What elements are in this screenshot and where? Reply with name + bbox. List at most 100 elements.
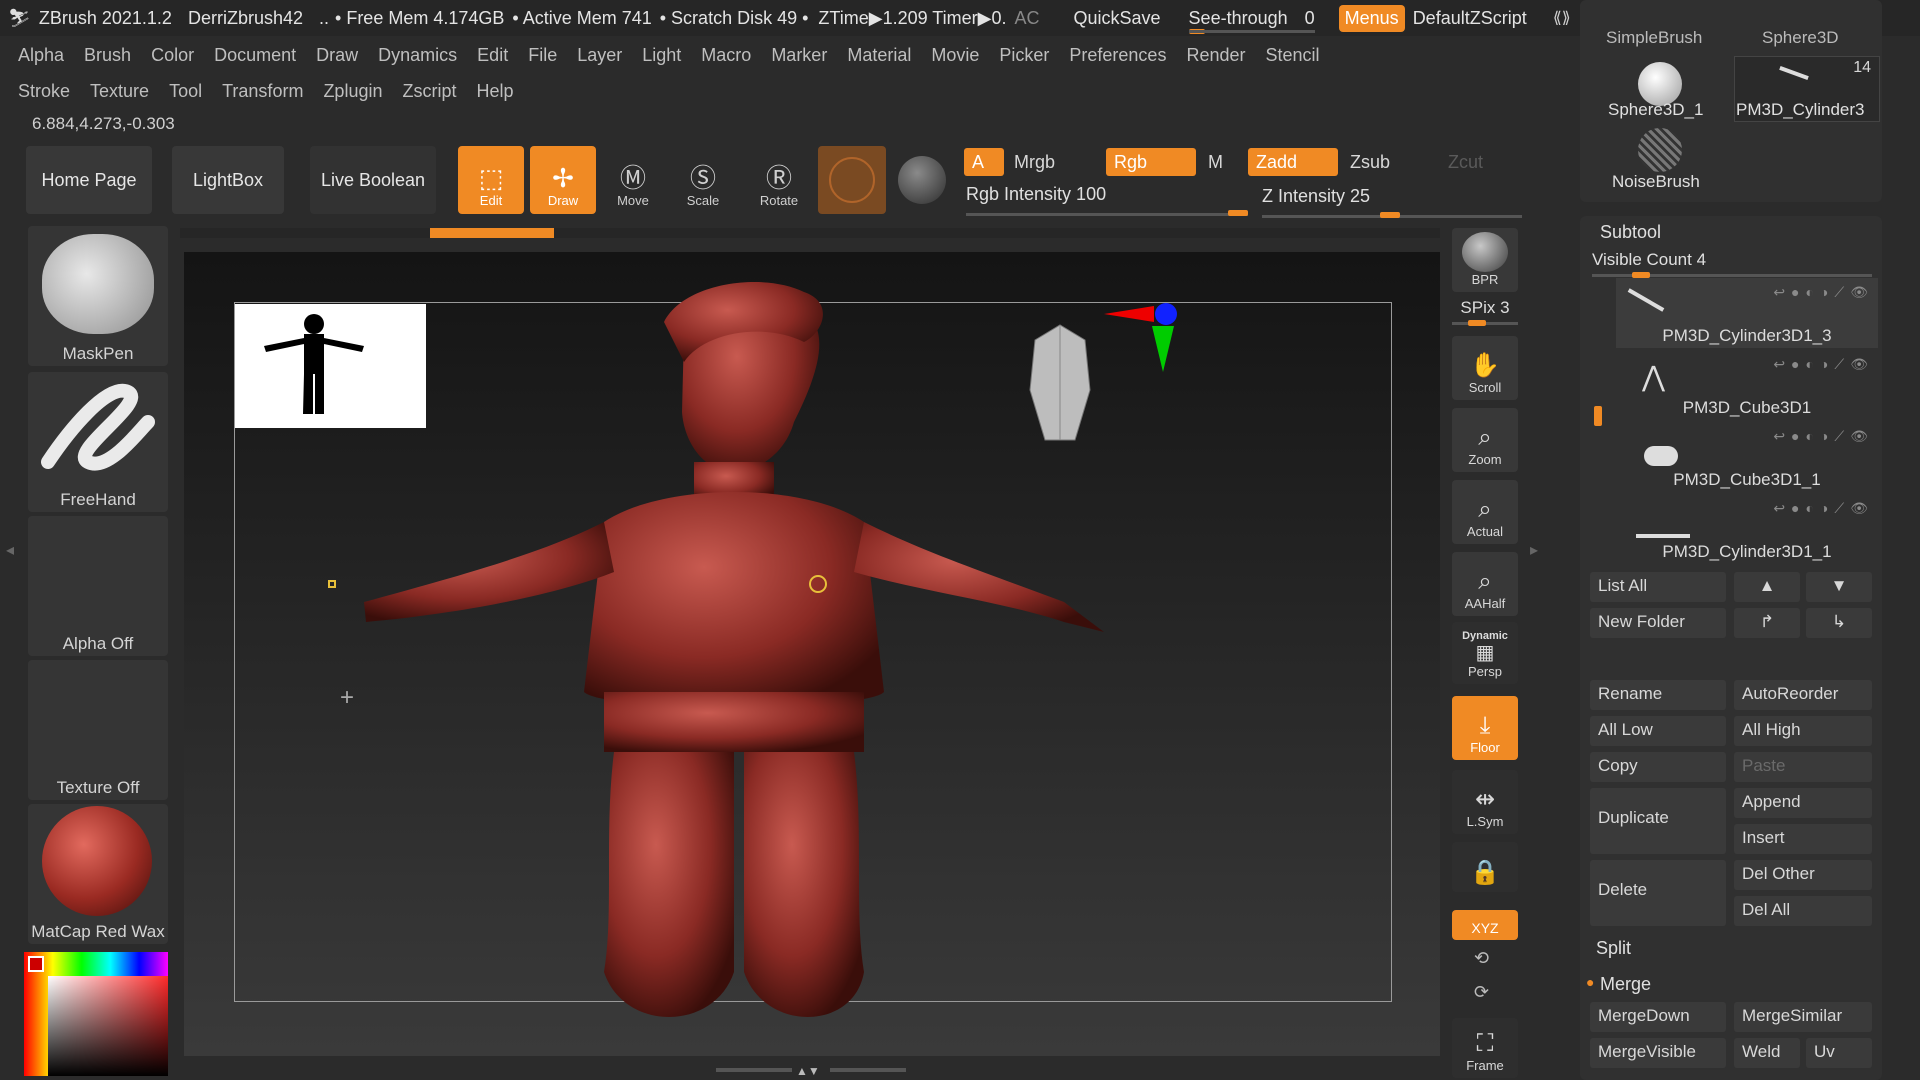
subtool-visibility-icons[interactable]: ↩●◐◑⟋👁 xyxy=(1773,500,1874,517)
seethrough-slider[interactable]: See-through 0 xyxy=(1188,8,1315,34)
duplicate-button[interactable]: Duplicate xyxy=(1590,788,1726,854)
right-collapse-icon[interactable]: ▸ xyxy=(1530,540,1538,560)
mergevisible-button[interactable]: MergeVisible xyxy=(1590,1038,1726,1068)
transpose-end-marker[interactable] xyxy=(809,575,827,593)
scroll-button[interactable]: ✋ Scroll xyxy=(1452,336,1518,400)
delete-button[interactable]: Delete xyxy=(1590,860,1726,926)
subtool-item[interactable]: ↩●◐◑⟋👁 PM3D_Cube3D1_1 xyxy=(1616,422,1878,492)
del-all-button[interactable]: Del All xyxy=(1734,896,1872,926)
menu-texture[interactable]: Texture xyxy=(90,81,149,102)
menu-brush[interactable]: Brush xyxy=(84,45,131,66)
menu-stencil[interactable]: Stencil xyxy=(1266,45,1320,66)
bpr-button[interactable]: BPR xyxy=(1452,228,1518,292)
frame-button[interactable]: ⛶ Frame xyxy=(1452,1018,1518,1078)
draw-mode-button[interactable]: ✢ Draw xyxy=(530,146,596,214)
rgb-intensity-slider[interactable]: Rgb Intensity 100 xyxy=(966,184,1248,216)
material-sphere-button[interactable] xyxy=(818,146,886,214)
menu-draw[interactable]: Draw xyxy=(316,45,358,66)
move-up-icon[interactable]: ▲ xyxy=(1734,572,1800,602)
lsym-button[interactable]: ⇹ L.Sym xyxy=(1452,770,1518,834)
m-toggle[interactable]: M xyxy=(1200,148,1230,176)
menu-render[interactable]: Render xyxy=(1186,45,1245,66)
scale-mode-button[interactable]: Ⓢ Scale xyxy=(670,146,736,214)
z-intensity-slider[interactable]: Z Intensity 25 xyxy=(1262,186,1522,218)
lightbox-button[interactable]: LightBox xyxy=(172,146,284,214)
mergesimilar-button[interactable]: MergeSimilar xyxy=(1734,1002,1872,1032)
aahalf-button[interactable]: ⌕ AAHalf xyxy=(1452,552,1518,616)
menu-stroke[interactable]: Stroke xyxy=(18,81,70,102)
zadd-toggle[interactable]: Zadd xyxy=(1248,148,1338,176)
move-into-folder-icon[interactable]: ↱ xyxy=(1734,608,1800,638)
rotate-z-icon[interactable]: ⟳ xyxy=(1474,982,1489,1003)
menu-dynamics[interactable]: Dynamics xyxy=(378,45,457,66)
merge-section[interactable]: Merge xyxy=(1600,974,1651,995)
z-intensity-knob[interactable] xyxy=(1380,212,1400,218)
alpha-thumbnail[interactable]: Alpha Off xyxy=(28,516,168,656)
noisebrush-icon[interactable] xyxy=(1638,128,1682,172)
move-down-icon[interactable]: ▼ xyxy=(1806,572,1872,602)
lock-camera-button[interactable]: 🔒 xyxy=(1452,842,1518,892)
zcut-toggle[interactable]: Zcut xyxy=(1440,148,1500,176)
subtool-item[interactable]: ↩●◐◑⟋👁 PM3D_Cylinder3D1_3 xyxy=(1616,278,1878,348)
orientation-head-icon[interactable] xyxy=(1020,320,1100,450)
subtool-item[interactable]: ↩●◐◑⟋👁 ⋀ PM3D_Cube3D1 xyxy=(1616,350,1878,420)
seethrough-knob[interactable] xyxy=(1188,28,1205,34)
menus-button[interactable]: Menus xyxy=(1338,4,1405,32)
zsub-toggle[interactable]: Zsub xyxy=(1342,148,1432,176)
edit-mode-button[interactable]: ⬚ Edit xyxy=(458,146,524,214)
xyz-rotate-button[interactable]: XYZ xyxy=(1452,910,1518,940)
home-page-button[interactable]: Home Page xyxy=(26,146,152,214)
spix-knob[interactable] xyxy=(1468,320,1486,326)
live-boolean-button[interactable]: Live Boolean xyxy=(310,146,436,214)
menu-color[interactable]: Color xyxy=(151,45,194,66)
color-gradient-square[interactable] xyxy=(48,976,168,1076)
noisebrush-tool[interactable]: NoiseBrush xyxy=(1612,172,1700,192)
zoom-button[interactable]: ⌕ Zoom xyxy=(1452,408,1518,472)
menu-edit[interactable]: Edit xyxy=(477,45,508,66)
paste-button[interactable]: Paste xyxy=(1734,752,1872,782)
menu-picker[interactable]: Picker xyxy=(999,45,1049,66)
canvas-scroll-handle[interactable]: ▲▼ xyxy=(716,1064,906,1078)
menu-movie[interactable]: Movie xyxy=(931,45,979,66)
persp-button[interactable]: Dynamic ▦ Persp xyxy=(1452,622,1518,684)
rotate-y-icon[interactable]: ⟲ xyxy=(1474,948,1489,969)
sculptris-pro-button[interactable] xyxy=(898,156,946,204)
insert-button[interactable]: Insert xyxy=(1734,824,1872,854)
menu-transform[interactable]: Transform xyxy=(222,81,303,102)
rotate-mode-button[interactable]: Ⓡ Rotate xyxy=(746,146,812,214)
floor-button[interactable]: ⤓ Floor xyxy=(1452,696,1518,760)
subtool-visibility-icons[interactable]: ↩●◐◑⟋👁 xyxy=(1773,356,1874,373)
uv-button[interactable]: Uv xyxy=(1806,1038,1872,1068)
brush-thumbnail[interactable]: MaskPen xyxy=(28,226,168,366)
weld-button[interactable]: Weld xyxy=(1734,1038,1800,1068)
append-button[interactable]: Append xyxy=(1734,788,1872,818)
list-all-button[interactable]: List All xyxy=(1590,572,1726,602)
menu-material[interactable]: Material xyxy=(847,45,911,66)
left-collapse-icon[interactable]: ◂ xyxy=(6,540,14,560)
move-mode-button[interactable]: Ⓜ Move xyxy=(600,146,666,214)
menu-light[interactable]: Light xyxy=(642,45,681,66)
spix-slider[interactable]: SPix 3 xyxy=(1452,298,1518,326)
main-color-swatch[interactable] xyxy=(28,956,44,972)
mrgb-toggle[interactable]: Mrgb xyxy=(1006,148,1106,176)
material-thumbnail[interactable]: MatCap Red Wax xyxy=(28,804,168,944)
new-folder-button[interactable]: New Folder xyxy=(1590,608,1726,638)
menu-zplugin[interactable]: Zplugin xyxy=(323,81,382,102)
split-section[interactable]: Split xyxy=(1596,938,1631,959)
subtool-scroll-handle[interactable] xyxy=(1594,406,1602,426)
rgb-toggle[interactable]: Rgb xyxy=(1106,148,1196,176)
sphere3d-tool[interactable]: Sphere3D xyxy=(1762,28,1839,48)
menu-tool[interactable]: Tool xyxy=(169,81,202,102)
a-toggle[interactable]: A xyxy=(964,148,1004,176)
simplebrush-tool[interactable]: SimpleBrush xyxy=(1606,28,1702,48)
default-zscript-button[interactable]: DefaultZScript xyxy=(1413,8,1527,29)
menu-macro[interactable]: Macro xyxy=(701,45,751,66)
texture-thumbnail[interactable]: Texture Off xyxy=(28,660,168,800)
sphere3d-1-tool[interactable]: Sphere3D_1 xyxy=(1608,100,1703,120)
subtool-title[interactable]: Subtool xyxy=(1600,222,1661,243)
visible-count-slider[interactable]: Visible Count 4 xyxy=(1592,250,1872,278)
menu-document[interactable]: Document xyxy=(214,45,296,66)
menu-marker[interactable]: Marker xyxy=(771,45,827,66)
subtool-visibility-icons[interactable]: ↩●◐◑⟋👁 xyxy=(1773,428,1874,445)
menu-layer[interactable]: Layer xyxy=(577,45,622,66)
